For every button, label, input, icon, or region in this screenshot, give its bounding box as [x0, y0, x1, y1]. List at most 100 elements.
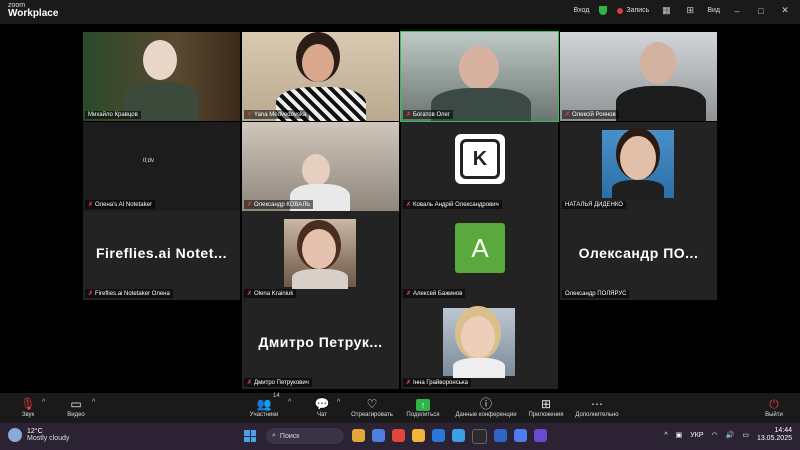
system-tray: ^ ▣ УКР ◠ 🔊 ▭ 14:44 13.05.2025	[664, 427, 792, 444]
app-logo: zoom Workplace	[8, 2, 58, 19]
brand-workplace: Workplace	[8, 8, 59, 19]
edge-icon[interactable]	[452, 429, 465, 442]
video-feed	[83, 32, 240, 121]
app-icon[interactable]	[494, 429, 507, 442]
windows-start-icon[interactable]	[244, 430, 256, 442]
participant-name: ✗ Богатов Олег	[403, 110, 454, 119]
video-tile[interactable]: Дмитро Петрук... ✗ Дмитро Петрукович	[242, 300, 399, 389]
mic-muted-icon: ✗	[406, 112, 412, 118]
wifi-icon[interactable]: ◠	[712, 431, 718, 439]
more-icon: ⋯	[591, 397, 603, 411]
volume-icon[interactable]: 🔊	[726, 431, 735, 439]
video-tile[interactable]: ✗ Olena Krainiuk	[242, 211, 399, 300]
video-feed	[560, 32, 717, 121]
app-tray-icon[interactable]: ▣	[676, 431, 683, 439]
view-button[interactable]: Вид	[707, 7, 720, 14]
weather-temp: 12°C	[27, 428, 43, 435]
participants-icon: 👥	[256, 397, 272, 411]
participant-name: ✗ Olena Krainiuk	[244, 289, 297, 298]
video-tile-active-speaker[interactable]: ✗ Богатов Олег	[400, 31, 559, 122]
video-options-caret[interactable]: ^	[92, 399, 95, 406]
participant-name: Олександр ПОЛЯРУС	[562, 290, 630, 298]
profile-photo	[602, 130, 674, 200]
record-button[interactable]: Запись	[617, 7, 649, 14]
chat-options-caret[interactable]: ^	[337, 399, 340, 406]
mic-off-icon: 🎙	[20, 397, 36, 411]
video-tile[interactable]: НАТАЛЬЯ ДИДЕНКО	[560, 122, 717, 211]
clock[interactable]: 14:44 13.05.2025	[757, 427, 792, 444]
sign-in-button[interactable]: Вход	[574, 7, 590, 14]
search-placeholder: Поиск	[279, 432, 300, 440]
view-grid-icon[interactable]: ⊞	[683, 5, 697, 16]
video-feed	[242, 122, 399, 211]
maximize-button[interactable]: □	[754, 6, 768, 16]
mic-muted-icon: ✗	[406, 380, 412, 386]
viber-icon[interactable]	[534, 429, 547, 442]
participant-name: ✗ Fireflies.ai Notetaker Олена	[85, 289, 173, 298]
app-icon[interactable]	[514, 429, 527, 442]
avatar: A	[455, 223, 505, 273]
folder-icon[interactable]	[412, 429, 425, 442]
weather-widget[interactable]: 12°C Mostly cloudy	[8, 428, 69, 442]
video-tile[interactable]: Олександр ПО... Олександр ПОЛЯРУС	[560, 211, 717, 300]
video-tile[interactable]: ✗ Олександр КОВАЛЬ	[242, 122, 399, 211]
share-icon: ↑	[416, 399, 430, 411]
close-button[interactable]: ✕	[778, 5, 792, 16]
video-tile[interactable]: ✗ Yana Medvedovska	[242, 32, 399, 121]
app-icon[interactable]	[352, 429, 365, 442]
video-tile[interactable]: ✗ Олексій Роянов	[560, 32, 717, 121]
search-icon: ⌕	[272, 432, 276, 439]
participants-options-caret[interactable]: ^	[288, 399, 291, 406]
app-icon[interactable]	[392, 429, 405, 442]
participant-name: ✗ Yana Medvedovska	[244, 110, 310, 119]
apps-button[interactable]: ⊞ Приложения	[526, 397, 566, 418]
meeting-info-button[interactable]: ⓘ Данные конференции	[452, 397, 520, 418]
meeting-toolbar: 🎙 Звук ^ ▭ Видео ^ 👥 Участники 14 ^ 💬 Ча…	[0, 393, 800, 423]
participant-display-name: Fireflies.ai Notet...	[95, 245, 228, 261]
video-tile[interactable]: K ✗ Коваль Андрій Олександрович	[401, 122, 558, 211]
mic-muted-icon: ✗	[565, 112, 571, 118]
react-button[interactable]: ♡ Отреагировать	[348, 397, 396, 418]
record-icon	[617, 7, 624, 14]
taskbar-search[interactable]: ⌕ Поиск	[266, 428, 344, 444]
minimize-button[interactable]: –	[730, 6, 744, 16]
video-tile[interactable]: ✗ Інна Грайворонська	[401, 300, 558, 389]
participant-name: ✗ Дмитро Петрукович	[244, 378, 312, 387]
participant-name: ✗ Алексей Бажинов	[403, 289, 466, 298]
participants-count: 14	[273, 393, 280, 399]
zoom-app-icon[interactable]	[432, 429, 445, 442]
share-button[interactable]: ↑ Поделиться	[404, 397, 442, 418]
app-icon[interactable]	[372, 429, 385, 442]
more-button[interactable]: ⋯ Дополнительно	[572, 397, 622, 418]
grid-icon[interactable]: ▦	[659, 5, 673, 16]
participant-name: Михайло Кравцов	[85, 111, 141, 119]
title-bar: zoom Workplace Вход Запись ▦ ⊞ Вид – □ ✕	[0, 0, 800, 24]
leave-button[interactable]: ⏻ Выйти	[760, 397, 788, 418]
participant-name: НАТАЛЬЯ ДИДЕНКО	[562, 201, 626, 209]
chat-button[interactable]: 💬 Чат	[308, 397, 336, 418]
apps-icon: ⊞	[540, 397, 552, 411]
video-tile[interactable]: Fireflies.ai Notet... ✗ Fireflies.ai Note…	[83, 211, 240, 300]
tray-chevron-icon[interactable]: ^	[664, 432, 667, 439]
audio-button[interactable]: 🎙 Звук	[14, 397, 42, 418]
mic-muted-icon: ✗	[247, 291, 253, 297]
video-feed	[242, 32, 399, 121]
participants-button[interactable]: 👥 Участники	[246, 397, 282, 418]
record-label: Запись	[626, 7, 650, 14]
audio-options-caret[interactable]: ^	[42, 399, 45, 406]
app-icon[interactable]	[472, 429, 487, 444]
participant-name: ✗ Олександр КОВАЛЬ	[244, 200, 314, 209]
notetaker-screen-text: tl;dv	[143, 158, 155, 164]
video-button[interactable]: ▭ Видео	[62, 397, 90, 418]
shield-icon[interactable]	[599, 6, 608, 15]
participant-name: ✗ Олексій Роянов	[562, 110, 619, 119]
language-indicator[interactable]: УКР	[690, 432, 703, 439]
video-tile[interactable]: Михайло Кравцов	[83, 32, 240, 121]
video-tile[interactable]: A ✗ Алексей Бажинов	[401, 211, 558, 300]
windows-taskbar: 12°C Mostly cloudy ⌕ Поиск ^ ▣ УКР ◠ 🔊 ▭…	[0, 423, 800, 450]
video-icon: ▭	[70, 397, 82, 411]
battery-icon[interactable]: ▭	[742, 431, 749, 439]
participant-display-name: Олександр ПО...	[578, 245, 699, 261]
video-tile[interactable]: tl;dv ✗ Олена's AI Notetaker	[83, 122, 240, 211]
video-feed: tl;dv	[83, 122, 240, 211]
